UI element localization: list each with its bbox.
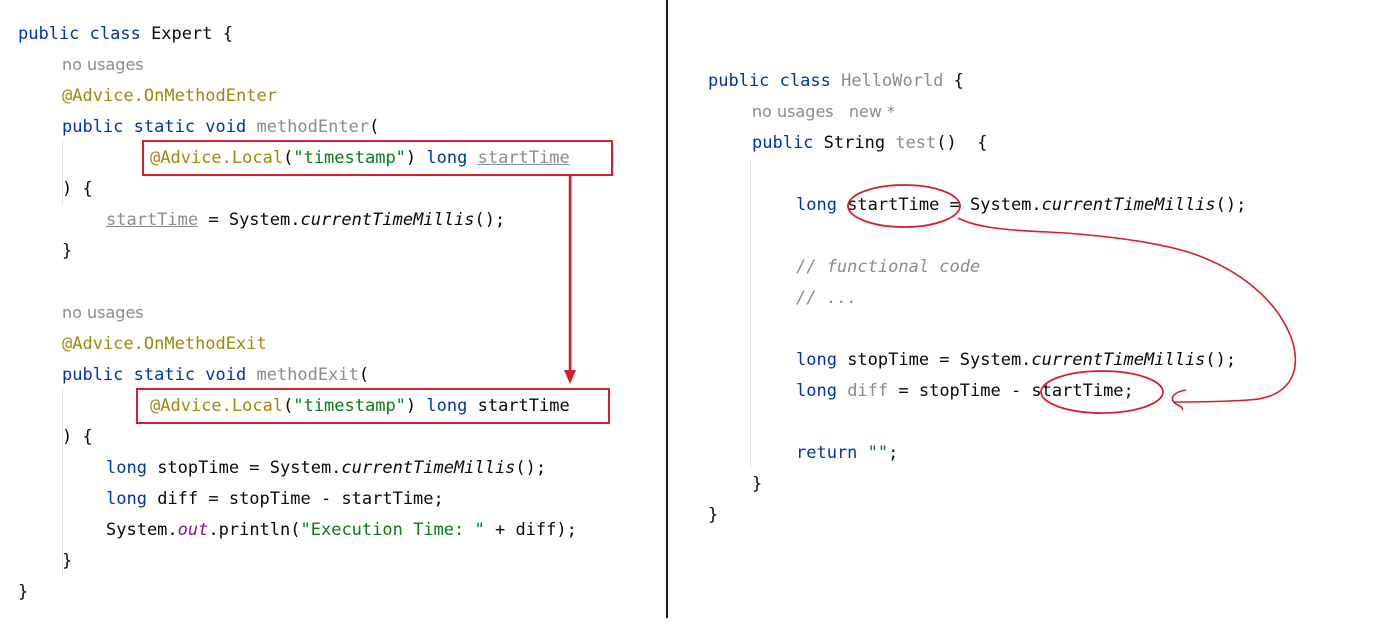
code-line: ) { [62,426,93,448]
code-token: "" [867,443,889,463]
connector-curve [957,217,1297,403]
code-token: out [177,520,209,540]
code-line: System.out.println("Execution Time: " + … [106,519,577,541]
code-token: = System. [198,210,301,230]
code-token: ; [888,443,899,463]
code-token: String [823,133,896,153]
code-token: currentTimeMillis [1041,195,1216,215]
code-token: ) { [62,427,93,447]
code-token: .println( [208,520,301,540]
code-token: } [18,582,29,602]
code-line: long diff = stopTime - startTime; [106,488,444,510]
code-line: } [752,473,762,495]
indent-guide [62,388,63,576]
code-token: currentTimeMillis [1031,350,1206,370]
code-token: { [943,71,964,91]
code-token: public class [18,24,152,44]
code-token: ) { [62,179,93,199]
highlight-box-exit-param [136,388,610,424]
code-token: return [796,443,868,463]
code-line: return ""; [796,442,898,464]
code-line: } [62,550,72,572]
left-code-pane: public class Expert { no usages @Advice.… [0,0,666,626]
code-line: long stopTime = System.currentTimeMillis… [106,457,546,479]
code-line: } [18,581,28,603]
code-token: (); [474,210,506,230]
code-token: (); [1215,195,1247,215]
code-token: (); [515,458,547,478]
code-token: Expert { [151,24,233,44]
code-line: public class Expert { [18,23,233,45]
code-token: System. [106,520,178,540]
code-line: public String test() { [752,132,987,154]
code-token: methodEnter [256,117,370,137]
code-line: @Advice.OnMethodExit [62,333,267,355]
code-token: public static void [62,365,257,385]
code-token: currentTimeMillis [341,458,516,478]
code-token: } [62,551,73,571]
code-line: // functional code [796,256,980,278]
code-token: OnMethodExit [143,334,267,354]
code-line: @Advice.OnMethodEnter [62,85,277,107]
code-token: diff = stopTime - startTime; [157,489,444,509]
code-token: OnMethodEnter [143,86,277,106]
code-token: ( [358,365,370,385]
code-token: @Advice. [62,86,144,106]
code-token: public [752,133,824,153]
indent-guide [750,160,751,468]
code-token: diff [847,381,889,401]
code-line: public static void methodEnter( [62,116,379,138]
code-line: ) { [62,178,93,200]
code-token: startTime [106,210,199,230]
code-token: methodExit [256,365,359,385]
code-line: startTime = System.currentTimeMillis(); [106,209,505,231]
code-token: // functional code [796,257,981,277]
code-token: test [895,133,937,153]
code-token: + diff); [484,520,577,540]
code-token: startTime = System. [847,195,1042,215]
code-token: long [106,458,158,478]
arrow-head-icon [564,370,576,384]
code-line: public class HelloWorld { [708,70,964,92]
code-token: stopTime = System. [847,350,1032,370]
code-line: } [708,504,718,526]
code-token: currentTimeMillis [300,210,475,230]
arrow-hook-icon [1171,389,1187,411]
handdrawn-annotation [847,184,1297,414]
code-token: public static void [62,117,257,137]
code-line: long stopTime = System.currentTimeMillis… [796,349,1236,371]
code-token: ( [369,117,380,137]
usage-hint: no usages new * [752,102,896,121]
code-line: public static void methodExit( [62,364,369,386]
code-token: long [796,350,848,370]
code-token: HelloWorld [841,71,944,91]
code-token: (); [1205,350,1237,370]
code-token: } [708,505,719,525]
code-line: long diff = stopTime - startTime; [796,380,1134,402]
code-token: public class [708,71,842,91]
code-token: } [752,474,763,494]
code-token: long [106,489,158,509]
code-token: () { [936,133,988,153]
code-token: @Advice. [62,334,144,354]
code-token: // ... [796,288,858,308]
code-line: // ... [796,287,857,309]
code-token: = stopTime - startTime; [888,381,1134,401]
code-token: long [796,381,848,401]
usage-hint: no usages [62,55,144,74]
code-token: long [796,195,848,215]
usage-hint: no usages [62,303,144,322]
code-line: long startTime = System.currentTimeMilli… [796,194,1246,216]
code-line: } [62,240,72,262]
right-code-pane: public class HelloWorld { no usages new … [668,0,1374,626]
code-token: } [62,241,73,261]
highlight-box-enter-param [142,140,613,176]
code-token: stopTime = System. [157,458,342,478]
code-token: "Execution Time: " [300,520,485,540]
